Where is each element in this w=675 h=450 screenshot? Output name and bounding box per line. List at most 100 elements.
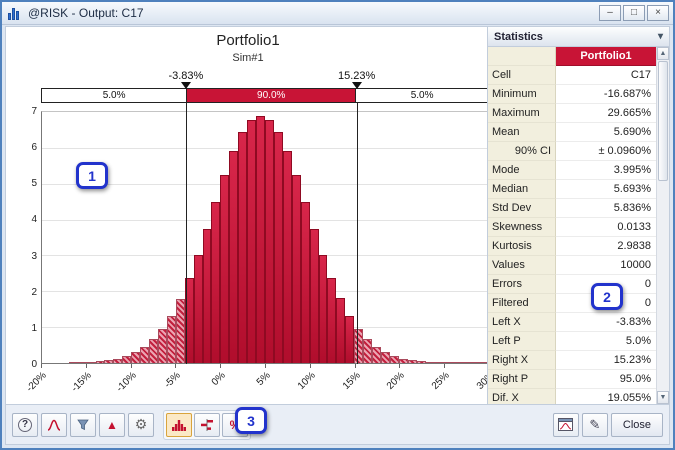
histogram-bar bbox=[452, 362, 461, 363]
stat-row: Left X-3.83% bbox=[488, 313, 656, 332]
histogram-bar bbox=[319, 255, 328, 363]
histogram-view-button[interactable] bbox=[166, 413, 192, 437]
stat-label: Median bbox=[488, 180, 556, 199]
titlebar[interactable]: @RISK - Output: C17 – □ × bbox=[2, 2, 673, 25]
x-axis-tick bbox=[175, 364, 176, 368]
help-button[interactable]: ? bbox=[12, 413, 38, 437]
stat-row: Maximum29.665% bbox=[488, 104, 656, 123]
scrollbar-thumb[interactable] bbox=[658, 61, 668, 181]
stat-value: -3.83% bbox=[556, 313, 656, 332]
histogram-bar bbox=[149, 339, 158, 363]
stat-row: Filtered0 bbox=[488, 294, 656, 313]
histogram-bar bbox=[336, 298, 345, 363]
bottom-toolbar: ? ▲ ⚙ % bbox=[6, 404, 669, 444]
histogram-bar bbox=[292, 175, 301, 363]
x-axis-tick bbox=[220, 364, 221, 368]
scroll-down-icon[interactable]: ▼ bbox=[657, 391, 669, 404]
stat-label: Skewness bbox=[488, 218, 556, 237]
stat-value: C17 bbox=[556, 66, 656, 85]
right-delimiter-line[interactable] bbox=[357, 103, 358, 364]
left-delimiter-value[interactable]: -3.83% bbox=[168, 70, 203, 82]
stat-label: Filtered bbox=[488, 294, 556, 313]
x-axis-label: 0% bbox=[190, 370, 227, 407]
window-controls: – □ × bbox=[599, 5, 669, 21]
close-button[interactable]: Close bbox=[611, 413, 663, 437]
y-axis-label: 1 bbox=[21, 323, 37, 334]
maximize-icon[interactable]: □ bbox=[623, 5, 645, 21]
stat-row: Minimum-16.687% bbox=[488, 85, 656, 104]
histogram-bar bbox=[381, 352, 390, 363]
minimize-icon[interactable]: – bbox=[599, 5, 621, 21]
histogram-bar bbox=[345, 316, 354, 363]
stat-label: Left P bbox=[488, 332, 556, 351]
x-axis-tick bbox=[86, 364, 87, 368]
y-axis-label: 7 bbox=[21, 106, 37, 117]
stat-row: Mode3.995% bbox=[488, 161, 656, 180]
close-icon[interactable]: × bbox=[647, 5, 669, 21]
stat-value: -16.687% bbox=[556, 85, 656, 104]
scroll-up-icon[interactable]: ▲ bbox=[657, 47, 669, 60]
histogram-bar bbox=[104, 360, 113, 363]
y-axis-label: 6 bbox=[21, 142, 37, 153]
histogram-bar bbox=[470, 362, 479, 363]
histogram-bar bbox=[176, 299, 185, 363]
distribution-curve-icon bbox=[47, 419, 61, 431]
left-delimiter-line[interactable] bbox=[186, 103, 187, 364]
statistics-title: Statistics bbox=[494, 31, 543, 43]
left-delimiter-marker[interactable] bbox=[181, 82, 191, 89]
app-icon bbox=[8, 7, 23, 20]
histogram-bar bbox=[247, 120, 256, 363]
overlay-distribution-button[interactable]: ▲ bbox=[99, 413, 125, 437]
y-axis-label: 5 bbox=[21, 178, 37, 189]
statistics-table: Portfolio1CellC17Minimum-16.687%Maximum2… bbox=[488, 47, 656, 404]
edit-button[interactable]: ✎ bbox=[582, 413, 608, 437]
chevron-down-icon[interactable]: ▾ bbox=[658, 31, 663, 42]
histogram-bar bbox=[194, 255, 203, 363]
histogram-bar bbox=[96, 361, 105, 363]
y-axis-label: 0 bbox=[21, 359, 37, 370]
histogram-bar bbox=[417, 361, 426, 363]
histogram-plot bbox=[41, 111, 489, 364]
histogram-bar bbox=[203, 229, 212, 363]
chart-window-icon bbox=[558, 418, 573, 431]
edit-pencil-icon: ✎ bbox=[589, 417, 600, 433]
stat-value: 95.0% bbox=[556, 370, 656, 389]
histogram-bar bbox=[301, 202, 310, 363]
filter-button[interactable] bbox=[70, 413, 96, 437]
distribution-curve-button[interactable] bbox=[41, 413, 67, 437]
right-delimiter-marker[interactable] bbox=[352, 82, 362, 89]
right-delimiter-value[interactable]: 15.23% bbox=[338, 70, 375, 82]
tornado-view-button[interactable] bbox=[194, 413, 220, 437]
x-axis-label: -15% bbox=[56, 370, 93, 407]
chart-window-button[interactable] bbox=[553, 413, 579, 437]
histogram-bar bbox=[426, 362, 435, 363]
stat-value: 10000 bbox=[556, 256, 656, 275]
stat-label: Left X bbox=[488, 313, 556, 332]
x-axis-tick bbox=[310, 364, 311, 368]
stat-label: Cell bbox=[488, 66, 556, 85]
histogram-bar bbox=[461, 362, 470, 363]
stat-value: 0.0133 bbox=[556, 218, 656, 237]
histogram-bar bbox=[363, 339, 372, 363]
histogram-bar bbox=[158, 329, 167, 363]
x-axis-label: 25% bbox=[414, 370, 451, 407]
settings-button[interactable]: ⚙ bbox=[128, 413, 154, 437]
histogram-bar bbox=[265, 120, 274, 363]
stat-value: 5.836% bbox=[556, 199, 656, 218]
y-axis-label: 3 bbox=[21, 251, 37, 262]
chart-area: Portfolio1 Sim#1 -3.83% 15.23% 5.0% 90.0… bbox=[6, 27, 490, 404]
histogram-bar bbox=[69, 362, 78, 363]
stat-row: Left P5.0% bbox=[488, 332, 656, 351]
stat-label: Std Dev bbox=[488, 199, 556, 218]
x-axis-tick bbox=[355, 364, 356, 368]
histogram-bar bbox=[220, 175, 229, 363]
right-tail-probability: 5.0% bbox=[356, 89, 488, 102]
statistics-scrollbar[interactable]: ▲ ▼ bbox=[656, 47, 669, 404]
statistics-panel-header[interactable]: Statistics ▾ bbox=[488, 27, 669, 47]
stat-label: Right X bbox=[488, 351, 556, 370]
stat-row: 90% CI± 0.0960% bbox=[488, 142, 656, 161]
histogram-bar bbox=[274, 132, 283, 363]
histogram-bar bbox=[113, 359, 122, 363]
stat-label: Mode bbox=[488, 161, 556, 180]
stat-label: Mean bbox=[488, 123, 556, 142]
